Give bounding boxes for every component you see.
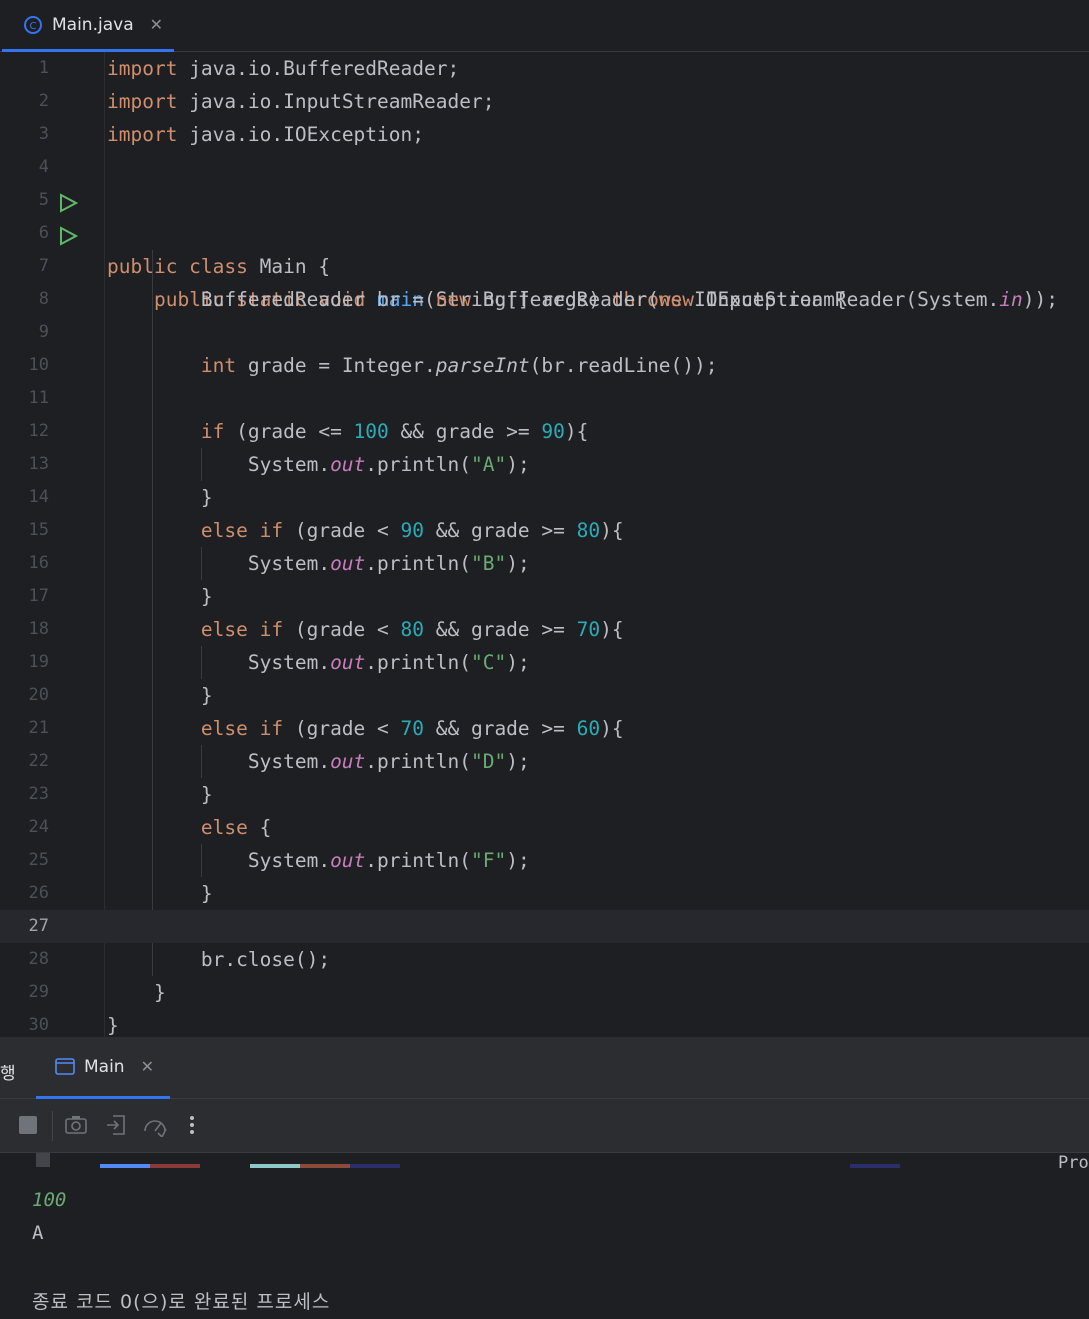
run-gutter-icon[interactable] <box>58 190 79 213</box>
line-number: 22 <box>28 751 49 771</box>
line-number: 23 <box>28 784 49 804</box>
java-class-icon: C <box>22 14 44 36</box>
line-number: 1 <box>38 58 49 78</box>
line-number: 27 <box>28 916 49 936</box>
command-line-truncated: Pro <box>0 1153 1089 1171</box>
profiler-icon[interactable] <box>142 1113 167 1139</box>
line-number: 26 <box>28 883 49 903</box>
login-icon[interactable] <box>104 1113 128 1137</box>
line-number: 16 <box>28 553 49 573</box>
console-output[interactable]: Pro 100 A 종료 코드 0(으)로 완료된 프로세스 <box>0 1153 1089 1319</box>
code-line: 1 import java.io.BufferedReader; <box>0 52 1089 85</box>
line-number: 17 <box>28 586 49 606</box>
close-icon[interactable]: ✕ <box>141 1057 154 1076</box>
line-number: 7 <box>38 256 49 276</box>
code-line: 3 import java.io.IOException; <box>0 118 1089 151</box>
line-number: 14 <box>28 487 49 507</box>
line-number: 9 <box>38 322 49 342</box>
code-line: 5 public class Main { <box>0 184 1089 278</box>
svg-text:C: C <box>30 21 37 32</box>
toolbar-divider <box>52 1111 53 1141</box>
code-line: 13 System.out.println("A"); <box>0 448 1089 481</box>
line-number: 2 <box>38 91 49 111</box>
process-exit-message: 종료 코드 0(으)로 완료된 프로세스 <box>32 1291 331 1313</box>
code-line: 23 } <box>0 778 1089 811</box>
code-line: 12 if (grade <= 100 && grade >= 90){ <box>0 415 1089 448</box>
code-line: 21 else if (grade < 70 && grade >= 60){ <box>0 712 1089 745</box>
line-number: 24 <box>28 817 49 837</box>
tab-run-main[interactable]: Main ✕ <box>36 1037 170 1099</box>
code-line: 26 } <box>0 877 1089 910</box>
code-line: 20 } <box>0 679 1089 712</box>
code-line: 6 public static void main(String[] args)… <box>0 217 1089 311</box>
line-number: 8 <box>38 289 49 309</box>
line-number: 29 <box>28 982 49 1002</box>
code-line: 2 import java.io.InputStreamReader; <box>0 85 1089 118</box>
more-icon[interactable] <box>182 1113 202 1137</box>
code-line: 28 br.close(); <box>0 943 1089 976</box>
line-number: 4 <box>38 157 49 177</box>
line-number: 30 <box>28 1015 49 1035</box>
close-icon[interactable]: ✕ <box>150 15 163 34</box>
line-number: 13 <box>28 454 49 474</box>
run-panel-header: 행 Main ✕ <box>0 1037 1089 1099</box>
line-number: 18 <box>28 619 49 639</box>
code-line: 9 <box>0 316 1089 349</box>
current-code-line: 27 <box>0 910 1089 943</box>
line-number: 25 <box>28 850 49 870</box>
code-line: 19 System.out.println("C"); <box>0 646 1089 679</box>
code-line: 7 <box>0 250 1089 283</box>
run-tab-label: Main <box>84 1056 125 1077</box>
line-number: 20 <box>28 685 49 705</box>
console-input-line: 100 <box>32 1189 67 1211</box>
line-number: 21 <box>28 718 49 738</box>
line-number: 3 <box>38 124 49 144</box>
code-line: 8 BufferedReader br = new BufferedReader… <box>0 283 1089 316</box>
run-panel-title: 행 <box>0 1064 16 1084</box>
line-number: 11 <box>28 388 49 408</box>
code-line: 18 else if (grade < 80 && grade >= 70){ <box>0 613 1089 646</box>
line-number: 12 <box>28 421 49 441</box>
line-number: 6 <box>38 223 49 243</box>
camera-icon[interactable] <box>64 1113 88 1137</box>
code-line: 14 } <box>0 481 1089 514</box>
code-line: 15 else if (grade < 90 && grade >= 80){ <box>0 514 1089 547</box>
code-line: 25 System.out.println("F"); <box>0 844 1089 877</box>
run-toolbar <box>0 1099 1089 1153</box>
tab-filename: Main.java <box>52 14 134 35</box>
editor-tab-bar: C Main.java ✕ <box>0 0 1089 52</box>
console-output-line: A <box>32 1222 44 1244</box>
code-line: 16 System.out.println("B"); <box>0 547 1089 580</box>
console-icon <box>54 1056 76 1078</box>
run-panel: 행 Main ✕ Pro 100 A 종료 코드 0(으)로 완료된 프로세스 <box>0 1037 1089 1319</box>
code-line: 22 System.out.println("D"); <box>0 745 1089 778</box>
stop-icon[interactable] <box>16 1113 40 1137</box>
line-number: 19 <box>28 652 49 672</box>
code-line: 4 <box>0 151 1089 184</box>
tab-main-java[interactable]: C Main.java ✕ <box>2 0 174 52</box>
code-line: 24 else { <box>0 811 1089 844</box>
code-editor[interactable]: 1 import java.io.BufferedReader; 2 import … <box>0 52 1089 1037</box>
code-line: 17 } <box>0 580 1089 613</box>
line-number: 5 <box>38 190 49 210</box>
code-line: 11 <box>0 382 1089 415</box>
code-line: 10 int grade = Integer.parseInt(br.readL… <box>0 349 1089 382</box>
code-line: 29 } <box>0 976 1089 1009</box>
run-gutter-icon[interactable] <box>58 223 79 246</box>
code-line: 30} <box>0 1009 1089 1037</box>
line-number: 10 <box>28 355 49 375</box>
line-number: 15 <box>28 520 49 540</box>
line-number: 28 <box>28 949 49 969</box>
